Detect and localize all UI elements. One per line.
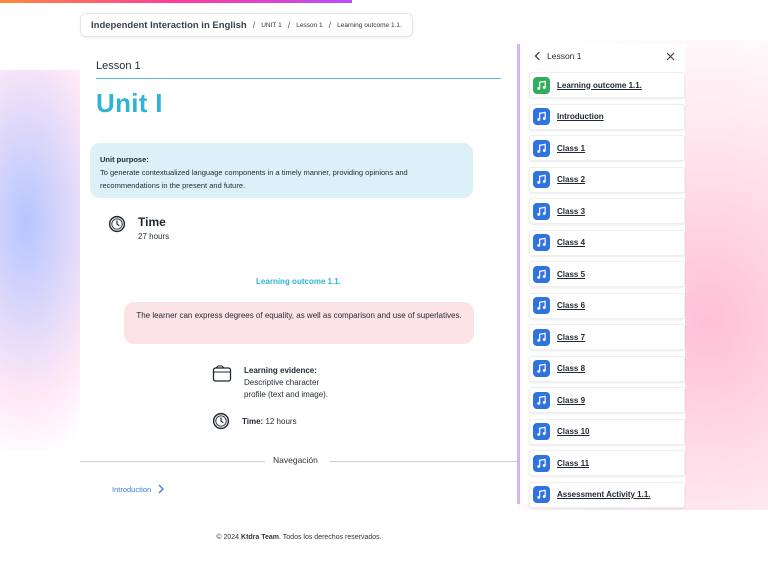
lesson-label: Lesson 1 (96, 60, 141, 72)
sidebar-item[interactable]: Class 1 (529, 135, 685, 161)
lesson-sidebar: Lesson 1 Learning outcome 1.1. Introducti… (517, 44, 685, 508)
sidebar-item[interactable]: Class 8 (529, 355, 685, 382)
sidebar-item[interactable]: Class 6 (529, 292, 685, 319)
time-value: 27 hours (138, 232, 170, 241)
learning-outcome-box: The learner can express degrees of equal… (124, 302, 474, 344)
outcome-time: Time: 12 hours (212, 412, 297, 430)
unit-purpose-text: To generate contextualized language comp… (100, 168, 408, 190)
breadcrumb: Independent Interaction in English / UNI… (80, 13, 413, 37)
breadcrumb-outcome[interactable]: Learning outcome 1.1. (337, 22, 402, 29)
sidebar-item[interactable]: Class 4 (529, 229, 685, 256)
sidebar-item-label: Class 6 (557, 301, 586, 310)
footer-brand: Ktdra Team (241, 534, 280, 541)
learning-evidence-label: Learning evidence: (244, 366, 317, 375)
page-title: Unit I (96, 88, 163, 118)
sidebar-item[interactable]: Class 3 (529, 198, 685, 224)
sidebar-header: Lesson 1 (520, 44, 685, 68)
breadcrumb-course[interactable]: Independent Interaction in English (91, 20, 247, 31)
sidebar-item-label: Class 4 (557, 238, 586, 247)
learning-outcome-title: Learning outcome 1.1. (256, 277, 341, 286)
learning-evidence-text-1: Descriptive character (244, 378, 320, 387)
sidebar-item[interactable]: Class 10 (529, 418, 685, 445)
time-block: Time 27 hours (108, 215, 169, 241)
sidebar-item[interactable]: Introduction (529, 103, 685, 130)
lesson-music-icon (533, 297, 550, 314)
sidebar-item[interactable]: Class 5 (529, 261, 685, 287)
divider (330, 461, 517, 462)
chevron-left-icon[interactable] (534, 51, 541, 61)
footer: © 2024 Ktdra Team. Todos los derechos re… (0, 534, 768, 541)
sidebar-item-label: Class 8 (557, 364, 586, 373)
chevron-right-icon (158, 484, 165, 494)
sidebar-item-label: Class 10 (557, 427, 590, 436)
lesson-music-icon (533, 234, 550, 251)
sidebar-item-label: Learning outcome 1.1. (557, 80, 642, 90)
learning-evidence-text-2: profile (text and image). (244, 390, 329, 399)
divider (80, 461, 265, 462)
unit-purpose-label: Unit purpose: (100, 155, 149, 164)
divider (96, 78, 501, 79)
learning-outcome-text: The learner can express degrees of equal… (136, 311, 462, 320)
lesson-music-icon (533, 265, 550, 283)
sidebar-item[interactable]: Class 9 (529, 387, 685, 413)
sidebar-item[interactable]: Class 7 (529, 324, 685, 350)
sidebar-item-label: Class 7 (557, 332, 586, 342)
clock-icon (108, 215, 126, 233)
navigation-label: Navegación (273, 455, 318, 465)
sidebar-item[interactable]: Learning outcome 1.1. (529, 72, 685, 98)
sidebar-item-label: Class 11 (557, 458, 590, 468)
footer-prefix: © 2024 (216, 534, 240, 541)
lesson-music-icon (533, 202, 550, 220)
sidebar-item[interactable]: Class 11 (529, 450, 685, 476)
footer-suffix: . Todos los derechos reservados. (279, 534, 382, 541)
sidebar-item[interactable]: Class 2 (529, 166, 685, 193)
close-icon[interactable] (666, 52, 675, 61)
outcome-time-label: Time: (242, 416, 264, 426)
lesson-music-icon (533, 171, 550, 188)
sidebar-item-label: Assessment Activity 1.1. (557, 490, 651, 499)
next-link-introduction[interactable]: Introduction (112, 484, 165, 494)
breadcrumb-lesson[interactable]: Lesson 1 (296, 22, 322, 29)
lesson-music-icon (533, 76, 550, 94)
breadcrumb-separator: / (252, 20, 256, 30)
lesson-music-icon (533, 391, 550, 409)
lesson-music-icon (533, 328, 550, 346)
next-link-label: Introduction (112, 484, 152, 494)
outcome-time-value: 12 hours (265, 416, 297, 426)
sidebar-item[interactable]: Assessment Activity 1.1. (529, 481, 685, 508)
sidebar-item-label: Class 3 (557, 206, 586, 216)
sidebar-item-label: Class 9 (557, 395, 586, 405)
sidebar-item-label: Class 1 (557, 143, 586, 153)
navigation-divider: Navegación (80, 455, 517, 467)
learning-evidence: Learning evidence: Descriptive character… (212, 365, 328, 401)
unit-purpose-box: Unit purpose: To generate contextualized… (90, 143, 473, 198)
folder-icon (212, 365, 232, 382)
lesson-music-icon (533, 108, 550, 125)
sidebar-item-label: Class 5 (557, 269, 586, 279)
sidebar-item-label: Class 2 (557, 175, 586, 184)
sidebar-list: Learning outcome 1.1. Introduction Class 1… (529, 72, 685, 513)
sidebar-item-label: Introduction (557, 112, 604, 121)
breadcrumb-separator: / (287, 20, 291, 30)
lesson-music-icon (533, 423, 550, 440)
main-content: Lesson 1 Unit I Unit purpose: To generat… (80, 40, 517, 510)
lesson-music-icon (533, 454, 550, 472)
clock-icon (212, 412, 230, 430)
progress-bar (0, 0, 352, 3)
sidebar-title: Lesson 1 (547, 51, 582, 61)
lesson-music-icon (533, 486, 550, 503)
time-title: Time (138, 215, 166, 229)
breadcrumb-separator: / (328, 20, 332, 30)
lesson-music-icon (533, 360, 550, 377)
breadcrumb-unit[interactable]: UNIT 1 (261, 22, 281, 29)
lesson-music-icon (533, 139, 550, 157)
